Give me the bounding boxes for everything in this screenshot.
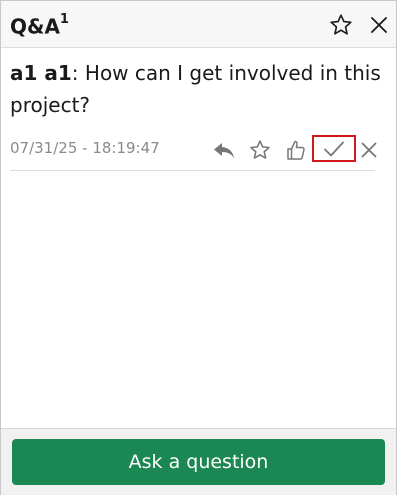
star-outline-icon [250,140,270,159]
close-panel-button[interactable] [366,12,392,38]
favorite-panel-button[interactable] [328,12,354,38]
question-text: a1 a1: How can I get involved in this pr… [10,57,385,121]
panel-title: Q&A1 [10,11,69,39]
question-author: a1 a1 [10,61,72,85]
mark-resolved-button[interactable] [312,135,356,162]
qa-panel: Q&A1 a1 a1: How can I get involved in th… [0,0,397,495]
qa-footer: Ask a question [1,428,396,495]
question-divider [10,170,375,171]
question-timestamp: 07/31/25 - 18:19:47 [10,139,160,157]
title-text: Q&A [10,14,60,39]
delete-question-button[interactable] [358,137,380,163]
reply-button[interactable] [212,137,236,163]
ask-question-button[interactable]: Ask a question [12,439,385,485]
author-separator: : [71,61,79,85]
checkmark-icon [324,141,344,156]
close-icon [361,142,377,158]
star-outline-icon [330,14,352,35]
like-button[interactable] [285,137,307,163]
question-count-badge: 1 [59,12,69,27]
reply-icon [214,143,234,158]
qa-header: Q&A1 [1,1,396,48]
star-question-button[interactable] [248,137,272,163]
thumbs-up-icon [287,140,305,160]
close-icon [371,17,387,33]
